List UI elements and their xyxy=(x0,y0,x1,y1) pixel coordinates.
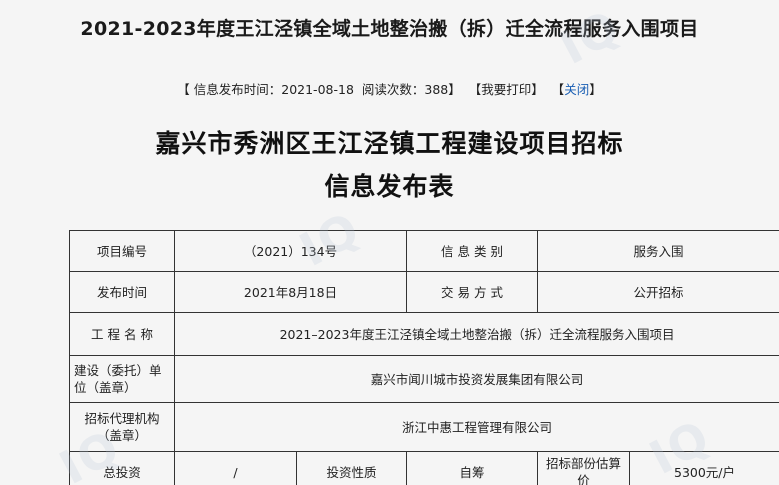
project-no-label: 项目编号 xyxy=(69,230,175,272)
tender-price-label: 招标部份估算价 xyxy=(537,451,631,485)
table-row: 发布时间 2021年8月18日 交 易 方 式 公开招标 xyxy=(69,271,779,313)
total-invest-label: 总投资 xyxy=(69,451,175,485)
close-link[interactable]: 关闭 xyxy=(564,82,589,97)
table-row: 招标代理机构（盖章） 浙江中惠工程管理有限公司 xyxy=(69,402,779,452)
document-title-line2: 信息发布表 xyxy=(324,172,455,201)
info-type-label: 信 息 类 别 xyxy=(406,230,539,272)
info-table: 项目编号 （2021）134号 信 息 类 别 服务入围 发布时间 2021年8… xyxy=(69,230,779,485)
close-bracket-open: 【 xyxy=(551,82,565,97)
page: 2021-2023年度王江泾镇全域土地整治搬（拆）迁全流程服务入围项目 【 信息… xyxy=(0,0,779,485)
table-row: 工 程 名 称 2021–2023年度王江泾镇全域土地整治搬（拆）迁全流程服务入… xyxy=(69,312,779,356)
builder-value: 嘉兴市闻川城市投资发展集团有限公司 xyxy=(173,355,779,403)
close-bracket-end: 】 xyxy=(589,82,602,97)
invest-nature-value: 自筹 xyxy=(406,451,539,485)
trade-mode-label: 交 易 方 式 xyxy=(406,271,539,313)
table-row: 总投资 / 投资性质 自筹 招标部份估算价 5300元/户 xyxy=(69,451,779,485)
read-count: 388 xyxy=(424,82,449,97)
publish-time-cell-value: 2021年8月18日 xyxy=(173,271,408,313)
invest-nature-label: 投资性质 xyxy=(295,451,408,485)
meta-bracket-close: 】 xyxy=(448,82,461,97)
total-invest-value: / xyxy=(174,451,297,485)
project-no-value: （2021）134号 xyxy=(173,230,408,272)
read-count-label: 阅读次数： xyxy=(361,82,425,97)
builder-label: 建设（委托）单位（盖章） xyxy=(69,355,175,403)
trade-mode-value: 公开招标 xyxy=(537,271,779,313)
info-type-value: 服务入围 xyxy=(537,230,779,272)
project-name-label: 工 程 名 称 xyxy=(69,312,175,356)
project-name-value: 2021–2023年度王江泾镇全域土地整治搬（拆）迁全流程服务入围项目 xyxy=(173,312,779,356)
publish-time-label: 【 信息发布时间： xyxy=(177,82,282,97)
publish-time-cell-label: 发布时间 xyxy=(69,271,175,313)
table-row: 项目编号 （2021）134号 信 息 类 别 服务入围 xyxy=(69,230,779,272)
page-title: 2021-2023年度王江泾镇全域土地整治搬（拆）迁全流程服务入围项目 xyxy=(80,18,699,40)
document-title-line1: 嘉兴市秀洲区王江泾镇工程建设项目招标 xyxy=(155,129,624,158)
table-row: 建设（委托）单位（盖章） 嘉兴市闻川城市投资发展集团有限公司 xyxy=(69,355,779,403)
agency-label: 招标代理机构（盖章） xyxy=(69,402,175,452)
agency-value: 浙江中惠工程管理有限公司 xyxy=(173,402,779,452)
publish-date: 2021-08-18 xyxy=(281,82,354,97)
print-button[interactable]: 【我要打印】 xyxy=(469,82,544,97)
meta-bar: 【 信息发布时间：2021-08-18 阅读次数：388】 【我要打印】 【关闭… xyxy=(0,79,779,98)
tender-price-value: 5300元/户 xyxy=(629,451,779,485)
